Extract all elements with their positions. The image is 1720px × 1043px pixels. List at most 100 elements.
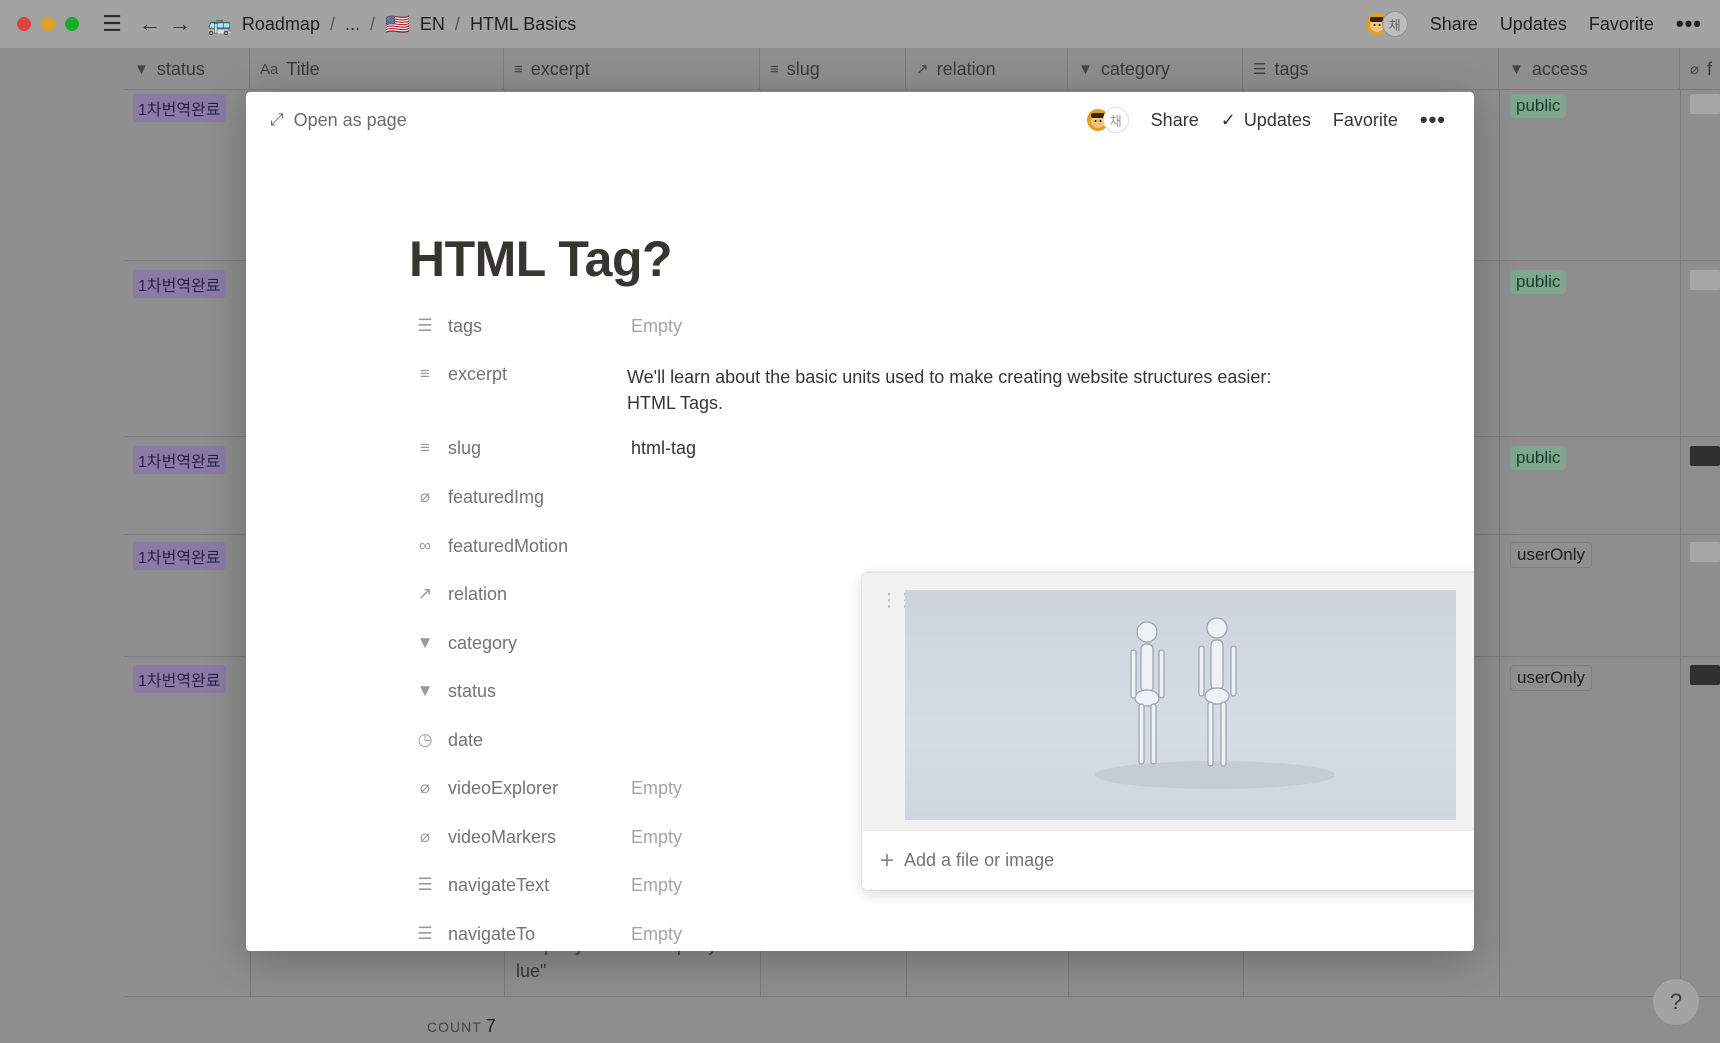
file-thumbnail[interactable] [1690,446,1720,466]
property-row-featuredimg[interactable]: ⌀ featuredImg [414,480,1414,514]
column-header-status[interactable]: ▼ status [124,48,250,90]
status-badge[interactable]: 1차번역완료 [133,542,226,570]
property-name: videoMarkers [448,826,557,847]
status-badge[interactable]: 1차번역완료 [133,665,226,693]
arrow-icon: ↗ [417,584,433,603]
clock-icon: ◷ [417,730,433,749]
row-divider [124,996,1720,997]
share-button[interactable]: Share [1430,14,1478,35]
breadcrumb-ellipsis[interactable]: ... [345,14,360,35]
column-header-f[interactable]: ⌀ f [1680,48,1720,90]
property-value[interactable]: Empty [631,875,682,896]
breadcrumb-html-basics[interactable]: HTML Basics [470,14,576,35]
file-item[interactable]: ⋮⋮ [862,572,1474,830]
access-badge[interactable]: userOnly [1510,542,1593,568]
table-header: ▼ status Aa Title ≡ excerpt ≡ slug ↗ relation… [124,48,1720,90]
skeletons-image [1095,617,1335,789]
link-icon: ∞ [418,536,432,555]
file-thumbnail[interactable] [1690,542,1720,562]
page-title[interactable]: HTML Tag? [409,230,673,288]
plus-icon: + [880,846,895,874]
file-thumbnail[interactable] [1690,270,1720,290]
property-name: tags [448,315,483,336]
status-badge[interactable]: 1차번역완료 [133,446,226,474]
lines-icon: ≡ [770,60,779,78]
access-badge[interactable]: public [1510,270,1567,294]
excerpt-value[interactable]: We'll learn about the basic units used t… [627,364,1307,416]
more-options-button[interactable]: ••• [1420,107,1446,133]
access-badge[interactable]: userOnly [1510,665,1593,691]
breadcrumb-separator: / [329,13,335,34]
paperclip-icon: ⌀ [419,827,431,846]
column-header-tags[interactable]: ☰ tags [1243,48,1499,90]
featured-image-preview[interactable] [905,590,1456,820]
page-peek-modal: ⤢ Open as page 채 Share ✓ Updates Favorite… [246,92,1474,951]
table-row-count: COUNT 7 [427,1016,496,1036]
breadcrumb-roadmap[interactable]: Roadmap [242,14,320,35]
status-badge[interactable]: 1차번역완료 [133,270,226,298]
minimize-window-button[interactable] [41,17,55,31]
property-name: relation [448,583,508,604]
back-arrow-icon[interactable]: ← [135,9,165,39]
modal-toolbar: ⤢ Open as page 채 Share ✓ Updates Favorite… [246,92,1474,148]
breadcrumb-separator: / [454,13,460,34]
file-thumbnail[interactable] [1690,94,1720,114]
lines-icon: ≡ [514,60,523,78]
select-icon: ▼ [416,633,434,652]
column-header-access[interactable]: ▼ access [1499,48,1680,90]
help-button[interactable]: ? [1652,978,1700,1026]
collaborators-avatars[interactable]: 채 [1363,11,1408,37]
property-row-featuredmotion[interactable]: ∞ featuredMotion [414,529,1414,563]
expand-diagonal-icon: ⤢ [270,110,284,129]
list-icon: ☰ [1253,61,1267,78]
paperclip-icon: ⌀ [419,487,431,506]
access-badge[interactable]: public [1510,446,1567,470]
column-header-category[interactable]: ▼ category [1068,48,1243,90]
us-flag-emoji-icon: 🇺🇸 [385,13,410,36]
property-name: date [448,729,484,750]
open-as-page-button[interactable]: ⤢ Open as page [270,110,407,131]
text-icon: Aa [260,60,279,78]
property-value[interactable]: Empty [631,316,682,337]
close-window-button[interactable] [17,17,31,31]
add-file-button[interactable]: + Add a file or image [862,830,1474,890]
file-property-popup: ⋮⋮ + Add a file or image [862,572,1474,890]
column-header-title[interactable]: Aa Title [250,48,504,90]
column-divider [1680,90,1681,998]
collaborators-avatars[interactable]: 채 [1084,107,1129,133]
property-value[interactable]: html-tag [631,438,696,459]
status-badge[interactable]: 1차번역완료 [133,94,226,122]
lines-icon: ≡ [420,438,430,457]
property-row-tags[interactable]: ☰ tags Empty [414,309,1414,343]
access-badge[interactable]: public [1510,94,1567,118]
property-row-slug[interactable]: ≡ slug html-tag [414,431,1414,465]
property-name: featuredMotion [448,535,569,556]
more-options-button[interactable]: ••• [1676,11,1702,37]
avatar: 채 [1102,107,1129,133]
updates-button[interactable]: Updates [1500,14,1567,35]
share-button[interactable]: Share [1151,110,1199,131]
column-header-slug[interactable]: ≡ slug [760,48,906,90]
zoom-window-button[interactable] [65,17,79,31]
column-header-excerpt[interactable]: ≡ excerpt [504,48,760,90]
updates-button[interactable]: ✓ Updates [1221,110,1311,131]
favorite-button[interactable]: Favorite [1589,14,1654,35]
property-name: category [448,632,518,653]
breadcrumb: 🚌 Roadmap / ... / 🇺🇸 EN / HTML Basics [207,12,576,37]
property-value[interactable]: Empty [631,778,682,799]
select-icon: ▼ [416,681,434,700]
select-icon: ▼ [1078,60,1093,78]
property-value[interactable]: Empty [631,827,682,848]
property-value[interactable]: Empty [631,924,682,945]
list-icon: ☰ [417,924,433,943]
sidebar-toggle-icon[interactable]: ☰ [97,9,127,39]
avatar: 채 [1381,11,1408,37]
file-thumbnail[interactable] [1690,665,1720,685]
column-header-relation[interactable]: ↗ relation [906,48,1068,90]
select-icon: ▼ [1509,60,1524,78]
property-row-navigateto[interactable]: ☰ navigateTo Empty [414,917,1414,951]
breadcrumb-en[interactable]: EN [420,14,445,35]
favorite-button[interactable]: Favorite [1333,110,1398,131]
select-icon: ▼ [134,60,149,78]
forward-arrow-icon[interactable]: → [165,9,195,39]
